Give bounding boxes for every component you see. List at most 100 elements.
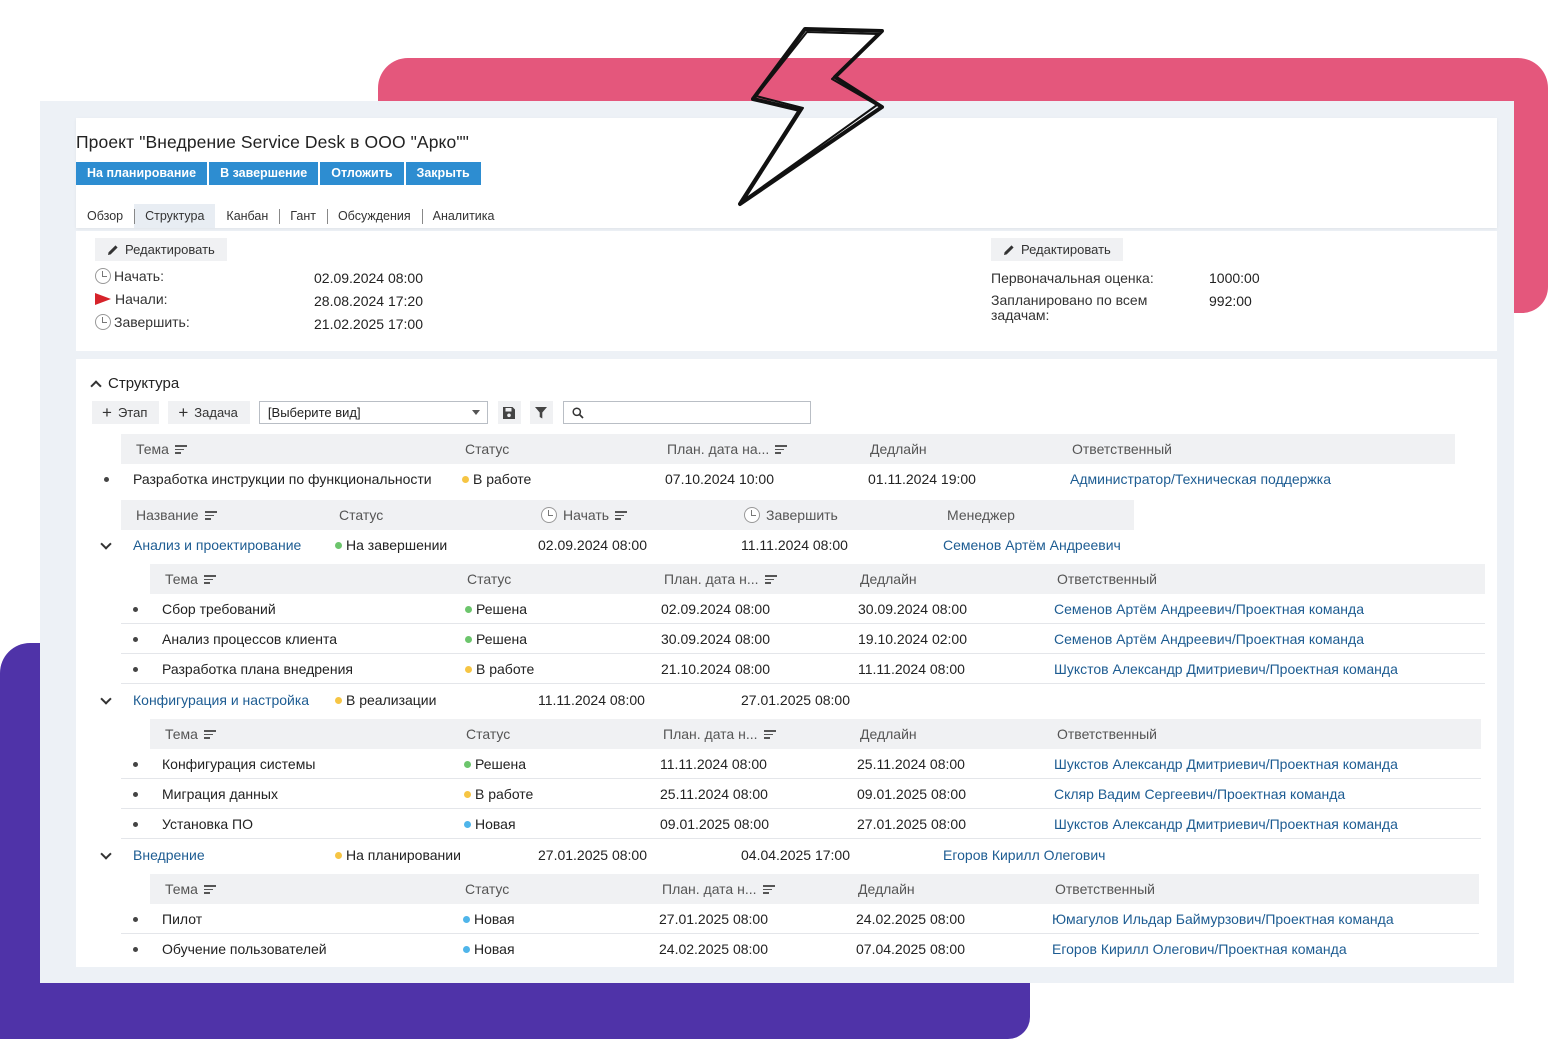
column-header-label: Тема: [165, 726, 198, 742]
task-topic[interactable]: Обучение пользователей: [162, 934, 327, 964]
tab-structure[interactable]: Структура: [134, 204, 216, 228]
task-owner-link[interactable]: Семенов Артём Андреевич/Проектная команд…: [1054, 624, 1364, 654]
sort-icon[interactable]: [203, 884, 216, 894]
chevron-down-icon[interactable]: [100, 538, 112, 550]
stage-row[interactable]: Внедрение На планировании 27.01.2025 08:00…: [92, 840, 1142, 870]
task-row[interactable]: Анализ процессов клиента Решена 30.09.2024…: [121, 624, 1485, 654]
info-start: Начать:: [95, 268, 164, 284]
task-row[interactable]: Сбор требований Решена 02.09.2024 08:00 30.…: [121, 594, 1485, 624]
column-header[interactable]: Название: [136, 500, 217, 530]
info-label: Начали:: [115, 291, 168, 307]
column-header: Дедлайн: [860, 719, 917, 749]
status-label: Решена: [476, 601, 528, 617]
to-completion-button[interactable]: В завершение: [209, 162, 319, 185]
task-topic[interactable]: Анализ процессов клиента: [162, 624, 337, 654]
task-row[interactable]: Пилот Новая 27.01.2025 08:00 24.02.2025 08:…: [121, 904, 1479, 934]
info-value: 21.02.2025 17:00: [314, 316, 423, 332]
task-topic[interactable]: Разработка инструкции по функциональност…: [133, 464, 432, 494]
column-header[interactable]: План. дата на...: [667, 434, 788, 464]
tab-kanban[interactable]: Канбан: [215, 204, 279, 228]
column-header[interactable]: План. дата н...: [664, 564, 777, 594]
column-header[interactable]: План. дата н...: [663, 719, 776, 749]
column-header-label: Тема: [165, 881, 198, 897]
task-owner-link[interactable]: Семенов Артём Андреевич/Проектная команд…: [1054, 594, 1364, 624]
stage-name-link[interactable]: Конфигурация и настройка: [133, 685, 309, 715]
task-owner-link[interactable]: Шукстов Александр Дмитриевич/Проектная к…: [1054, 809, 1398, 839]
task-owner-link[interactable]: Шукстов Александр Дмитриевич/Проектная к…: [1054, 654, 1398, 684]
save-icon: [503, 406, 516, 419]
task-row[interactable]: Обучение пользователей Новая 24.02.2025 08…: [121, 934, 1479, 964]
sort-icon[interactable]: [764, 574, 777, 584]
edit-estimate-button[interactable]: Редактировать: [991, 238, 1123, 261]
stage-row[interactable]: Конфигурация и настройка В реализации 11.1…: [92, 685, 1142, 715]
status-dot: [465, 606, 472, 613]
tab-gantt[interactable]: Гант: [279, 204, 327, 228]
task-row[interactable]: Разработка инструкции по функциональност…: [92, 464, 1455, 494]
column-header[interactable]: Начать: [541, 500, 628, 530]
plus-icon: +: [102, 403, 112, 422]
task-topic[interactable]: Установка ПО: [162, 809, 253, 839]
task-row[interactable]: Разработка плана внедрения В работе 21.10.…: [121, 654, 1485, 684]
column-header-label: Ответственный: [1055, 881, 1155, 897]
sort-icon[interactable]: [775, 444, 788, 454]
info-label: Завершить:: [114, 314, 190, 330]
status-label: На завершении: [346, 537, 448, 553]
task-row[interactable]: Миграция данных В работе 25.11.2024 08:00 0…: [121, 779, 1481, 809]
to-planning-button[interactable]: На планирование: [76, 162, 208, 185]
task-topic[interactable]: Конфигурация системы: [162, 749, 315, 779]
add-stage-button[interactable]: + Этап: [92, 401, 160, 424]
sort-icon[interactable]: [203, 729, 216, 739]
sort-icon[interactable]: [203, 574, 216, 584]
column-header-label: Тема: [136, 441, 169, 457]
status-cell: Решена: [464, 749, 526, 779]
add-task-button[interactable]: + Задача: [168, 401, 250, 424]
chevron-down-icon[interactable]: [100, 848, 112, 860]
save-view-button[interactable]: [497, 401, 521, 424]
tab-analytics[interactable]: Аналитика: [421, 204, 506, 228]
stage-manager-link[interactable]: Егоров Кирилл Олегович: [943, 840, 1105, 870]
column-header[interactable]: Тема: [165, 719, 216, 749]
sort-icon[interactable]: [615, 510, 628, 520]
stage-name-link[interactable]: Внедрение: [133, 840, 205, 870]
grid-header: Тема Статус План. дата на... Дедлайн Ответст…: [121, 434, 1455, 464]
sort-icon[interactable]: [174, 444, 187, 454]
task-topic[interactable]: Разработка плана внедрения: [162, 654, 353, 684]
stage-manager-link[interactable]: Семенов Артём Андреевич: [943, 530, 1121, 560]
task-plan-date: 02.09.2024 08:00: [661, 601, 770, 617]
task-topic[interactable]: Пилот: [162, 904, 202, 934]
task-topic[interactable]: Миграция данных: [162, 779, 278, 809]
view-select[interactable]: [Выберите вид]: [258, 401, 488, 424]
task-owner-link[interactable]: Егоров Кирилл Олегович/Проектная команда: [1052, 934, 1347, 964]
task-owner-link[interactable]: Администратор/Техническая поддержка: [1070, 464, 1331, 494]
stage-row[interactable]: Анализ и проектирование На завершении 02.0…: [92, 530, 1142, 560]
close-button[interactable]: Закрыть: [405, 162, 481, 185]
postpone-button[interactable]: Отложить: [320, 162, 404, 185]
tab-discussions[interactable]: Обсуждения: [326, 204, 422, 228]
task-row[interactable]: Установка ПО Новая 09.01.2025 08:00 27.01.2…: [121, 809, 1481, 839]
column-header: Статус: [466, 719, 510, 749]
column-header-label: План. дата н...: [664, 571, 759, 587]
task-owner-link[interactable]: Скляр Вадим Сергеевич/Проектная команда: [1054, 779, 1345, 809]
column-header[interactable]: Тема: [136, 434, 187, 464]
column-header[interactable]: Тема: [165, 564, 216, 594]
chevron-down-icon[interactable]: [100, 693, 112, 705]
status-label: Решена: [475, 756, 527, 772]
search-input[interactable]: [562, 401, 811, 424]
sort-icon[interactable]: [763, 729, 776, 739]
task-owner-link[interactable]: Юмагулов Ильдар Баймурзович/Проектная ко…: [1052, 904, 1394, 934]
task-owner-link[interactable]: Шукстов Александр Дмитриевич/Проектная к…: [1054, 749, 1398, 779]
sort-icon[interactable]: [204, 510, 217, 520]
tab-overview[interactable]: Обзор: [76, 204, 134, 228]
app-window: Проект "Внедрение Service Desk в ООО "Ар…: [40, 27, 1514, 983]
column-header[interactable]: План. дата н...: [662, 874, 775, 904]
grid-header: Тема Статус План. дата н... Дедлайн Ответств…: [150, 874, 1479, 904]
filter-button[interactable]: [529, 401, 553, 424]
column-header[interactable]: Тема: [165, 874, 216, 904]
stage-name-link[interactable]: Анализ и проектирование: [133, 530, 301, 560]
structure-header[interactable]: Структура: [90, 375, 179, 392]
task-row[interactable]: Конфигурация системы Решена 11.11.2024 08:…: [121, 749, 1481, 779]
sort-icon[interactable]: [762, 884, 775, 894]
edit-dates-button[interactable]: Редактировать: [95, 238, 227, 261]
task-topic[interactable]: Сбор требований: [162, 594, 276, 624]
column-header-label: План. дата н...: [663, 726, 758, 742]
